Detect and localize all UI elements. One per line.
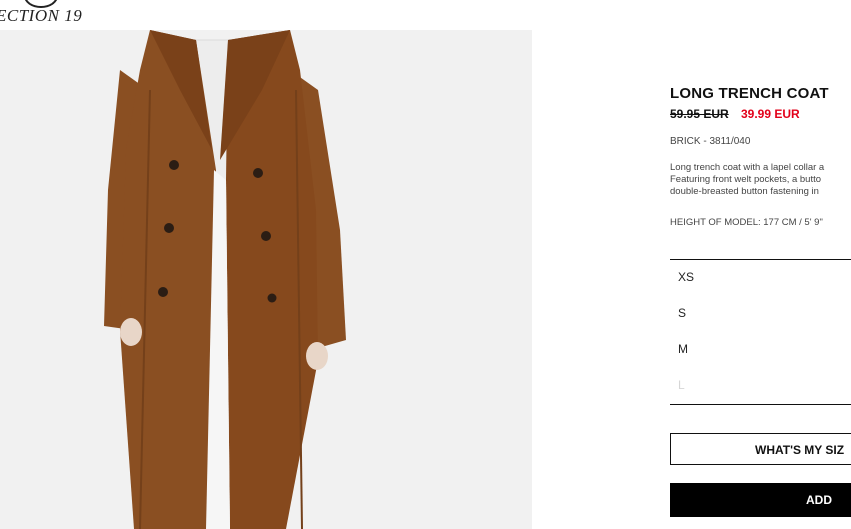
original-price: 59.95 EUR (670, 107, 729, 121)
size-option-s[interactable]: S (678, 306, 686, 320)
product-details-panel: LONG TRENCH COAT 59.95 EUR 39.99 EUR BRI… (670, 0, 851, 529)
size-selector: XS S M L (670, 259, 851, 405)
brand-logo[interactable]: ECTION 19 (0, 0, 120, 30)
trench-coat-photo (0, 30, 532, 529)
description-line: Featuring front welt pockets, a butto (670, 174, 822, 185)
add-to-cart-button[interactable]: ADD (670, 483, 851, 517)
sale-price: 39.99 EUR (741, 107, 800, 121)
product-image[interactable] (0, 30, 532, 529)
color-reference: BRICK - 3811/040 (670, 136, 751, 147)
size-option-m[interactable]: M (678, 342, 688, 356)
size-option-xs[interactable]: XS (678, 270, 694, 284)
collection-label: ECTION 19 (0, 6, 83, 25)
product-name: LONG TRENCH COAT (670, 85, 829, 102)
description-line: Long trench coat with a lapel collar a (670, 162, 825, 173)
size-guide-button[interactable]: WHAT'S MY SIZ (670, 433, 851, 465)
product-description: Long trench coat with a lapel collar a F… (670, 162, 824, 198)
size-option-l[interactable]: L (678, 378, 685, 392)
description-line: double-breasted button fastening in (670, 186, 819, 197)
model-height: HEIGHT OF MODEL: 177 CM / 5' 9" (670, 217, 823, 228)
size-guide-label: WHAT'S MY SIZ (755, 443, 845, 457)
add-label: ADD (806, 493, 832, 507)
